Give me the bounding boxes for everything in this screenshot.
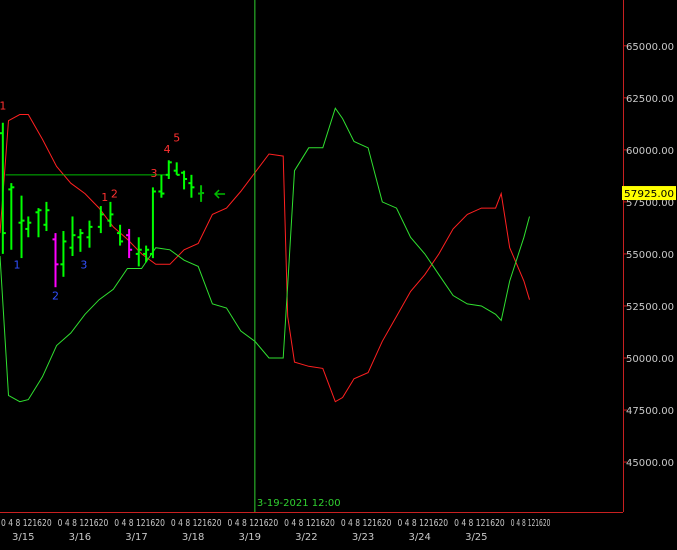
y-tick-label: 52500.00 (626, 302, 674, 313)
wave-label: 3 (80, 258, 87, 271)
x-date-label: 3/18 (182, 532, 204, 543)
wave-label: 1 (0, 99, 6, 112)
x-hour-labels: 0 4 8 121620 (58, 518, 109, 529)
wave-label: 1 (13, 258, 20, 271)
x-hour-labels: 0 4 8 121620 (341, 518, 392, 529)
y-tick-label: 65000.00 (626, 42, 674, 53)
wave-label: 1 (101, 191, 108, 204)
y-tick-label: 45000.00 (626, 458, 674, 469)
wave-label: 2 (52, 290, 59, 303)
y-tick-label: 47500.00 (626, 406, 674, 417)
x-hour-labels: 0 4 8 121620 (114, 518, 165, 529)
x-hour-labels: 0 4 8 121620 (454, 518, 505, 529)
wave-label: 5 (173, 132, 180, 145)
y-tick-label: 50000.00 (626, 354, 674, 365)
x-hour-labels: 0 4 8 121620 (171, 518, 222, 529)
x-date-label: 3/25 (465, 532, 487, 543)
x-hour-labels: 0 4 8 121620 (1, 518, 52, 529)
x-hour-labels: 0 4 8 121620 (511, 518, 551, 529)
wave-label: 4 (164, 143, 171, 156)
x-date-label: 3/19 (239, 532, 261, 543)
last-price-label: 57925.00 (624, 189, 674, 200)
chart-background (0, 0, 677, 550)
x-date-label: 3/15 (12, 532, 34, 543)
x-hour-labels: 0 4 8 121620 (284, 518, 335, 529)
last-price-tag: 57925.00 (622, 186, 676, 201)
wave-label: 2 (111, 188, 118, 201)
y-tick-label: 60000.00 (626, 146, 674, 157)
x-hour-labels: 0 4 8 121620 (397, 518, 448, 529)
wave-label: 3 (151, 167, 158, 180)
x-hour-labels: 0 4 8 121620 (228, 518, 279, 529)
y-tick-label: 62500.00 (626, 94, 674, 105)
price-chart[interactable]: 11231 2345 3-19-2021 12:00 65000.0062500.… (0, 0, 677, 550)
y-tick-label: 55000.00 (626, 250, 674, 261)
x-date-label: 3/23 (352, 532, 374, 543)
x-date-label: 3/17 (125, 532, 147, 543)
x-date-label: 3/16 (69, 532, 91, 543)
marker-label: 3-19-2021 12:00 (257, 498, 341, 509)
x-date-label: 3/22 (295, 532, 317, 543)
x-date-label: 3/24 (408, 532, 430, 543)
